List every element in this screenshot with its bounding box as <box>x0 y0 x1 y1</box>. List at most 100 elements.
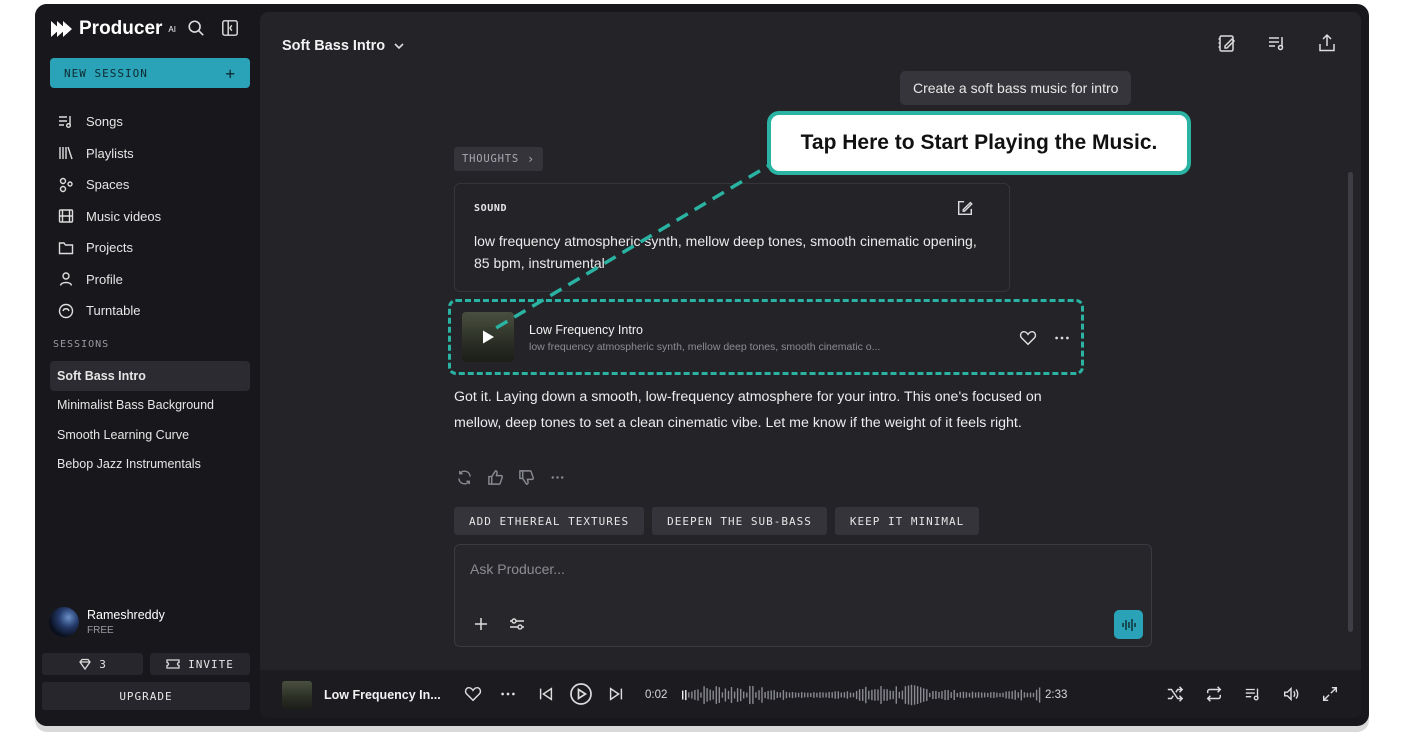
waveform-bar <box>981 692 983 698</box>
sidebar-item-playlists[interactable]: Playlists <box>50 138 250 170</box>
waveform-bar <box>779 692 781 698</box>
session-item[interactable]: Soft Bass Intro <box>50 361 250 391</box>
suggestion-chip[interactable]: ADD ETHEREAL TEXTURES <box>454 507 645 535</box>
waveform-bar <box>688 692 690 698</box>
waveform-bar <box>862 689 864 701</box>
folder-icon <box>58 240 74 256</box>
spaces-icon <box>58 177 74 193</box>
sidebar-item-profile[interactable]: Profile <box>50 264 250 296</box>
queue-icon[interactable] <box>1267 33 1287 53</box>
user-message: Create a soft bass music for intro <box>900 71 1132 105</box>
thumbs-down-icon[interactable] <box>518 469 535 486</box>
waveform-bar <box>730 687 733 703</box>
waveform-bar <box>697 689 699 701</box>
waveform-bar <box>755 692 757 698</box>
thumbs-up-icon[interactable] <box>487 469 504 486</box>
user-plan: FREE <box>87 625 114 636</box>
waveform-bar <box>727 690 730 700</box>
sound-description: low frequency atmospheric synth, mellow … <box>474 233 977 271</box>
invite-button[interactable]: INVITE <box>150 653 250 675</box>
upgrade-button[interactable]: UPGRADE <box>42 682 250 710</box>
suggestion-chip[interactable]: KEEP IT MINIMAL <box>834 507 980 535</box>
expand-icon[interactable] <box>1321 685 1339 703</box>
sidebar-item-label: Spaces <box>86 177 130 193</box>
waveform-bar <box>1035 689 1038 701</box>
waveform-bar <box>740 688 742 702</box>
waveform-bar <box>984 692 986 698</box>
track-card[interactable]: Low Frequency Intro low frequency atmosp… <box>454 300 1084 374</box>
page-title: Soft Bass Intro <box>282 38 386 54</box>
waveform-icon <box>1121 617 1137 633</box>
plus-icon[interactable] <box>473 616 489 632</box>
waveform-bar <box>865 686 867 704</box>
waveform-bar <box>874 689 876 701</box>
session-item[interactable]: Bebop Jazz Instrumentals <box>50 450 250 480</box>
edit-icon[interactable] <box>956 199 974 217</box>
sidebar-item-label: Music videos <box>86 208 162 224</box>
waveform-bar <box>810 692 812 697</box>
brand-logo[interactable]: Producer AI <box>51 18 176 40</box>
user-profile[interactable]: Rameshreddy FREE <box>49 607 165 637</box>
waveform-bar <box>761 687 763 703</box>
voice-input-button[interactable] <box>1114 610 1143 639</box>
waveform-bar <box>831 692 833 698</box>
diamond-icon <box>79 658 92 670</box>
waveform-bar <box>807 692 809 698</box>
track-play-button[interactable] <box>462 312 514 362</box>
more-icon[interactable] <box>1053 329 1071 347</box>
waveform-bar <box>752 686 754 704</box>
waveform-bar <box>956 693 958 697</box>
waveform-bar <box>776 691 778 698</box>
thoughts-toggle[interactable]: THOUGHTS › <box>454 147 544 171</box>
waveform-bar <box>804 692 806 698</box>
waveform-bar <box>883 689 885 701</box>
search-icon[interactable] <box>187 19 205 37</box>
plus-icon: + <box>225 63 236 83</box>
sidebar-item-songs[interactable]: Songs <box>50 106 250 138</box>
repeat-icon[interactable] <box>1205 685 1223 703</box>
session-item[interactable]: Minimalist Bass Background <box>50 391 250 421</box>
session-item[interactable]: Smooth Learning Curve <box>50 420 250 450</box>
waveform-bar <box>904 686 907 704</box>
suggestion-chip[interactable]: DEEPEN THE SUB-BASS <box>652 507 827 535</box>
session-title-dropdown[interactable]: Soft Bass Intro <box>282 38 405 54</box>
scrollbar[interactable] <box>1348 172 1353 632</box>
next-icon[interactable] <box>607 685 625 703</box>
previous-icon[interactable] <box>537 685 555 703</box>
regenerate-icon[interactable] <box>456 469 473 486</box>
waveform-bar <box>837 691 839 699</box>
prompt-input[interactable] <box>470 561 1070 577</box>
waveform-scrubber[interactable] <box>681 682 1041 708</box>
waveform-bar <box>764 692 766 699</box>
play-icon[interactable] <box>569 682 593 706</box>
sidebar-item-projects[interactable]: Projects <box>50 232 250 264</box>
sidebar-item-spaces[interactable]: Spaces <box>50 169 250 201</box>
credits-badge[interactable]: 3 <box>42 653 143 675</box>
settings-sliders-icon[interactable] <box>509 616 525 632</box>
shuffle-icon[interactable] <box>1166 685 1184 703</box>
waveform-bar <box>1005 691 1007 699</box>
collapse-sidebar-icon[interactable] <box>221 19 239 37</box>
volume-icon[interactable] <box>1282 685 1300 703</box>
waveform-bar <box>712 690 714 700</box>
waveform-bar <box>974 692 977 698</box>
more-icon[interactable] <box>499 685 517 703</box>
more-icon[interactable] <box>549 469 566 486</box>
waveform-bar <box>938 691 940 699</box>
heart-icon[interactable] <box>464 685 482 703</box>
share-icon[interactable] <box>1317 33 1337 53</box>
waveform-bar <box>685 690 687 701</box>
waveform-bar <box>706 688 708 702</box>
notes-edit-icon[interactable] <box>1217 33 1237 53</box>
brand-suffix: AI <box>168 24 176 34</box>
waveform-bar <box>1029 692 1032 698</box>
heart-icon[interactable] <box>1019 329 1037 347</box>
main-panel: Soft Bass Intro Create a soft bass music… <box>260 12 1361 718</box>
waveform-bar <box>898 691 900 699</box>
sidebar-item-turntable[interactable]: Turntable <box>50 295 250 327</box>
new-session-button[interactable]: NEW SESSION + <box>50 58 250 88</box>
sidebar-item-music-videos[interactable]: Music videos <box>50 201 250 233</box>
waveform-bar <box>889 690 891 700</box>
invite-label: INVITE <box>188 657 234 671</box>
queue-icon[interactable] <box>1244 685 1262 703</box>
